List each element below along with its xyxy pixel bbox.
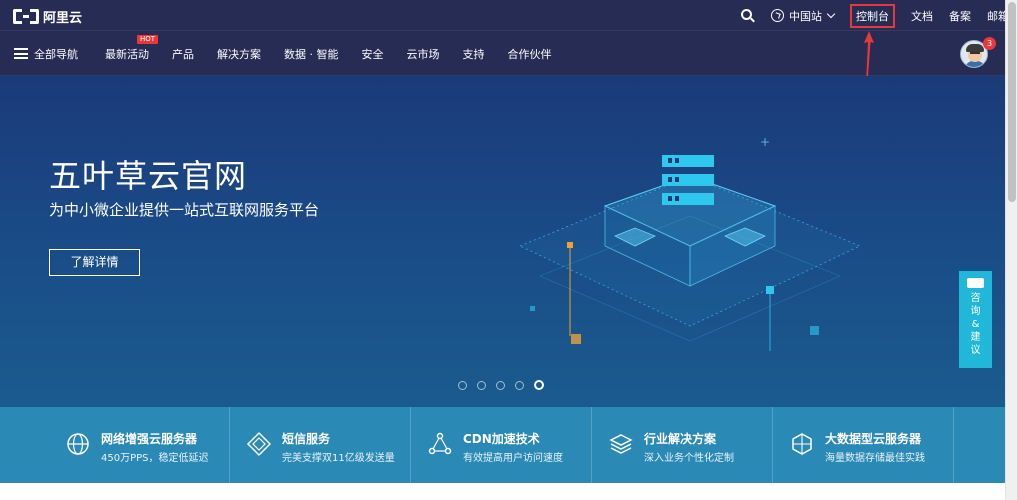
feature-title: 大数据型云服务器 bbox=[825, 432, 922, 446]
nav-item-security[interactable]: 安全 bbox=[362, 46, 384, 62]
chevron-down-icon bbox=[826, 9, 836, 18]
feature-sms[interactable]: 短信服务 完美支撑双11亿级发送量 bbox=[230, 407, 411, 483]
hero-title: 五叶草云官网 bbox=[49, 157, 248, 195]
console-link[interactable]: 控制台 bbox=[850, 3, 895, 28]
carousel-dots bbox=[458, 380, 554, 390]
hero-subtitle: 为中小微企业提供一站式互联网服务平台 bbox=[49, 201, 320, 219]
consult-char: 议 bbox=[970, 345, 981, 356]
feature-title: 短信服务 bbox=[282, 432, 331, 446]
docs-link[interactable]: 文档 bbox=[911, 8, 933, 24]
nav-item-label: 最新活动 bbox=[105, 47, 149, 61]
logo-text: 阿里云 bbox=[43, 11, 83, 26]
main-menu: 全部导航 最新活动 HOT 产品 解决方案 数据 · 智能 安全 云市场 支持 … bbox=[14, 31, 575, 76]
feature-title: CDN加速技术 bbox=[463, 432, 540, 446]
nav-item-solutions[interactable]: 解决方案 bbox=[217, 46, 261, 62]
consult-feedback-widget[interactable]: 咨 询 & 建 议 bbox=[959, 271, 992, 368]
carousel-dot-active[interactable] bbox=[534, 380, 544, 390]
feature-industry-solutions[interactable]: 行业解决方案 深入业务个性化定制 bbox=[592, 407, 773, 483]
hero-banner: 五叶草云官网 为中小微企业提供一站式互联网服务平台 了解详情 + bbox=[0, 76, 1005, 407]
network-globe-icon bbox=[67, 433, 89, 455]
carousel-dot[interactable] bbox=[515, 381, 524, 390]
feature-desc: 450万PPS，稳定低延迟 bbox=[101, 453, 209, 464]
svg-text:+: + bbox=[760, 136, 770, 149]
hamburger-menu-icon bbox=[14, 48, 28, 59]
beian-link[interactable]: 备案 bbox=[949, 8, 971, 24]
consult-char: 建 bbox=[970, 332, 981, 343]
carousel-dot[interactable] bbox=[477, 381, 486, 390]
globe-icon bbox=[771, 9, 784, 22]
vertical-scrollbar[interactable] bbox=[1005, 0, 1017, 500]
nav-item-partners[interactable]: 合作伙伴 bbox=[508, 46, 552, 62]
message-diamond-icon bbox=[246, 431, 272, 457]
nav-item-data-intelligence[interactable]: 数据 · 智能 bbox=[284, 46, 339, 62]
aliyun-logo[interactable]: 阿里云 bbox=[13, 7, 82, 26]
region-label: 中国站 bbox=[789, 9, 822, 23]
scrollbar-thumb[interactable] bbox=[1008, 2, 1016, 202]
nav-item-marketplace[interactable]: 云市场 bbox=[407, 46, 440, 62]
feature-desc: 深入业务个性化定制 bbox=[644, 453, 734, 464]
server-illustration-icon: + bbox=[519, 136, 861, 351]
feature-title: 网络增强云服务器 bbox=[101, 432, 198, 446]
feature-network-server[interactable]: 网络增强云服务器 450万PPS，稳定低延迟 bbox=[49, 407, 230, 483]
nav-item-latest-events[interactable]: 最新活动 HOT bbox=[105, 34, 159, 62]
bigdata-server-icon bbox=[792, 433, 812, 455]
consult-char: 询 bbox=[970, 306, 981, 317]
chat-icon bbox=[967, 278, 984, 288]
carousel-dot[interactable] bbox=[496, 381, 505, 390]
search-icon bbox=[741, 8, 755, 23]
region-selector[interactable]: 中国站 bbox=[771, 8, 836, 24]
feature-cdn[interactable]: CDN加速技术 有效提高用户访问速度 bbox=[411, 407, 592, 483]
feature-desc: 有效提高用户访问速度 bbox=[463, 453, 563, 464]
logo-mark-icon bbox=[13, 9, 39, 24]
cdn-nodes-icon bbox=[428, 432, 452, 455]
feature-bigdata-server[interactable]: 大数据型云服务器 海量数据存储最佳实践 bbox=[773, 407, 954, 483]
nav-item-support[interactable]: 支持 bbox=[463, 46, 485, 62]
learn-more-button[interactable]: 了解详情 bbox=[49, 249, 140, 276]
top-right-links: 中国站 控制台 文档 备案 邮箱 bbox=[725, 0, 1009, 31]
all-nav-button[interactable]: 全部导航 bbox=[14, 46, 78, 62]
solution-layers-icon bbox=[609, 434, 633, 454]
all-nav-label: 全部导航 bbox=[34, 47, 78, 61]
search-button[interactable] bbox=[741, 8, 755, 23]
page-bottom-area bbox=[0, 483, 1005, 500]
feature-desc: 完美支撑双11亿级发送量 bbox=[282, 453, 395, 464]
nav-item-products[interactable]: 产品 bbox=[172, 46, 194, 62]
feature-desc: 海量数据存储最佳实践 bbox=[825, 453, 925, 464]
carousel-dot[interactable] bbox=[458, 381, 467, 390]
hot-badge: HOT bbox=[137, 34, 159, 44]
consult-char: & bbox=[971, 319, 980, 330]
notification-badge: 3 bbox=[983, 37, 996, 50]
consult-char: 咨 bbox=[970, 293, 981, 304]
feature-title: 行业解决方案 bbox=[644, 432, 717, 446]
